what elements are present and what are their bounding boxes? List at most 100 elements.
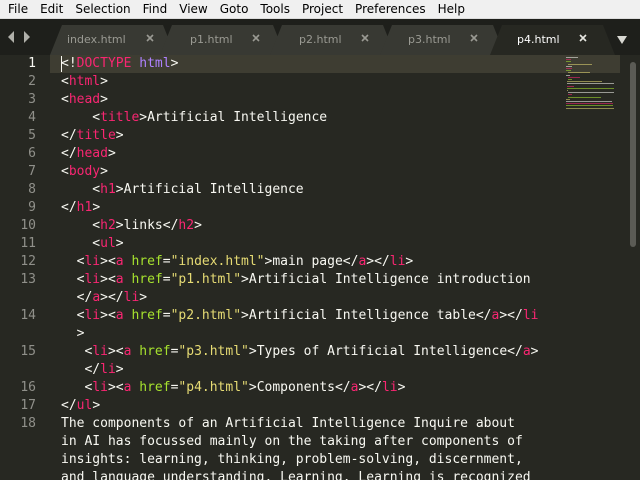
code-line[interactable]: <li><a href="p2.html">Artificial Intelli… [61,307,539,325]
tab-label: index.html [67,33,126,46]
code-line[interactable]: <!DOCTYPE html> [61,55,178,73]
tab-bar: index.html p1.html p2.html p3.html p4.ht… [0,19,640,55]
code-line[interactable]: <html> [61,73,108,91]
close-icon[interactable] [250,32,262,44]
minimap-line [566,68,572,69]
line-number: 11 [20,236,36,251]
code-line[interactable]: </h1> [61,199,100,217]
minimap-line [567,85,575,87]
menu-find[interactable]: Find [137,0,174,19]
code-line[interactable]: <li><a href="p3.html">Types of Artificia… [61,343,538,361]
minimap-line [566,103,614,105]
minimap-line [566,74,570,76]
minimap-line [566,65,573,67]
code-line[interactable]: </a></li> [61,289,147,307]
code-line[interactable]: and language understanding. Learning. Le… [61,469,531,480]
menu-bar: File Edit Selection Find View Goto Tools… [0,0,640,19]
minimap-line [567,87,615,89]
code-line[interactable]: </title> [61,127,124,145]
triangle-down-icon[interactable] [616,30,628,49]
code-line[interactable]: <head> [61,91,108,109]
minimap-line [567,83,614,85]
code-line[interactable]: </li> [61,361,123,379]
minimap-line [567,90,568,91]
code-line[interactable]: The components of an Artificial Intellig… [61,415,515,433]
line-number: 3 [28,92,36,107]
code-line[interactable]: <ul> [61,235,123,253]
minimap[interactable] [566,55,626,125]
close-icon[interactable] [577,32,589,44]
minimap-line [567,92,615,94]
code-line[interactable]: in AI has focussed mainly on the taking … [61,433,523,451]
minimap-line [566,105,614,107]
line-number: 15 [20,344,36,359]
code-line[interactable]: <body> [61,163,108,181]
tab-navigation [6,28,46,46]
code-line[interactable]: <li><a href="p4.html">Components</a></li… [61,379,405,397]
menu-view[interactable]: View [173,0,213,19]
minimap-line [567,81,602,83]
close-icon[interactable] [468,32,480,44]
line-number: 2 [28,74,36,89]
code-line[interactable]: <title>Artificial Intelligence [61,109,327,127]
code-line[interactable]: <h1>Artificial Intelligence [61,181,303,199]
line-number: 17 [20,398,36,413]
menu-preferences[interactable]: Preferences [349,0,432,19]
minimap-line [566,70,571,72]
tab-label: p3.html [408,33,451,46]
line-number: 1 [28,56,36,71]
close-icon[interactable] [359,32,371,44]
code-line[interactable]: </head> [61,145,116,163]
minimap-line [566,101,613,102]
minimap-line [566,107,614,109]
minimap-line [567,94,572,96]
tab-label: p1.html [190,33,233,46]
tab-p4-html[interactable]: p4.html [490,25,615,55]
chevron-left-icon[interactable] [6,30,16,44]
code-line[interactable]: <h2>links</h2> [61,217,202,235]
code-line[interactable]: insights: learning, thinking, problem-so… [61,451,523,469]
menu-help[interactable]: Help [432,0,471,19]
menu-selection[interactable]: Selection [69,0,136,19]
line-number: 8 [28,182,36,197]
code-line[interactable]: > [61,325,85,343]
minimap-line [566,59,571,61]
minimap-line [568,72,590,74]
minimap-line [566,61,571,63]
code-line[interactable]: <li><a href="p1.html">Artificial Intelli… [61,271,531,289]
line-number: 13 [20,272,36,287]
line-number: 7 [28,164,36,179]
menu-tools[interactable]: Tools [254,0,296,19]
line-number: 12 [20,254,36,269]
tab-label: p4.html [517,33,560,46]
close-icon[interactable] [144,32,156,44]
line-number-gutter: 1 2 3 4 5 6 7 8 9 10 11 12 13 14 15 16 17 18 [0,55,50,480]
code-line[interactable]: </ul> [61,397,100,415]
menu-edit[interactable]: Edit [34,0,69,19]
line-number: 10 [20,218,36,233]
menu-project[interactable]: Project [296,0,349,19]
tab-label: p2.html [299,33,342,46]
line-number: 14 [20,308,36,323]
minimap-line [566,57,578,58]
tab-p3-html[interactable]: p3.html [380,25,505,55]
text-caret [61,56,62,72]
scroll-thumb[interactable] [630,62,636,247]
tab-p2-html[interactable]: p2.html [270,25,395,55]
minimap-line [568,63,593,65]
chevron-right-icon[interactable] [22,30,32,44]
minimap-line [568,76,580,78]
menu-goto[interactable]: Goto [214,0,255,19]
code-line[interactable]: <li><a href="index.html">main page</a></… [61,253,414,271]
menu-file[interactable]: File [0,0,34,19]
code-editor[interactable]: 1 2 3 4 5 6 7 8 9 10 11 12 13 14 15 16 17 18 <!DOCTYPE ht… [0,55,640,480]
minimap-line [568,79,572,80]
vertical-scrollbar[interactable] [629,55,637,480]
minimap-line [566,98,570,100]
tab-p1-html[interactable]: p1.html [160,25,285,55]
line-number: 9 [28,200,36,215]
line-number: 16 [20,380,36,395]
tab-index-html[interactable]: index.html [50,25,175,55]
line-number: 18 [20,416,36,431]
line-number: 4 [28,110,36,125]
